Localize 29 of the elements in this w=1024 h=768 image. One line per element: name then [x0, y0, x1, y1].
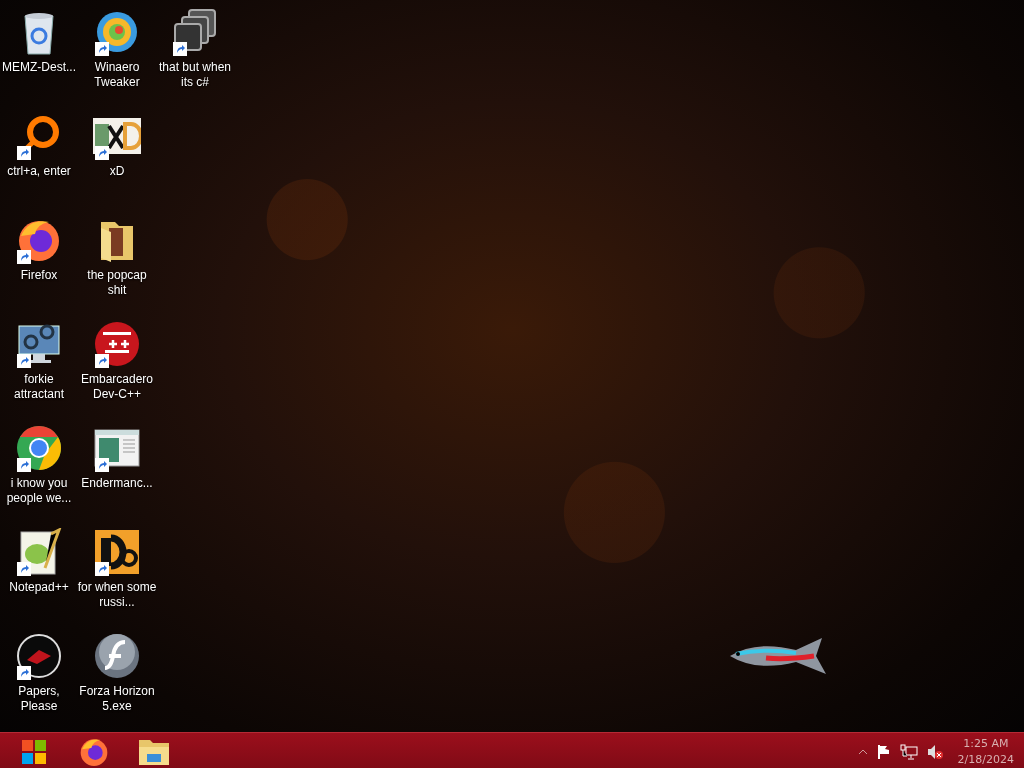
- desktop-icon[interactable]: MEMZ-Dest...: [0, 4, 78, 108]
- desktop-icon[interactable]: ctrl+a, enter: [0, 108, 78, 212]
- desktop-icon[interactable]: Firefox: [0, 212, 78, 316]
- speaker-muted-icon: [925, 744, 944, 760]
- desktop-icon[interactable]: Forza Horizon 5.exe: [78, 628, 156, 732]
- document-icon: [93, 528, 141, 576]
- flash-player-icon: [93, 632, 141, 680]
- desktop-icon[interactable]: Winaero Tweaker: [78, 4, 156, 108]
- desktop-icon[interactable]: Papers, Please: [0, 628, 78, 732]
- desktop-icon[interactable]: Endermanc...: [78, 420, 156, 524]
- desktop-icon[interactable]: xD: [78, 108, 156, 212]
- firefox-icon: [78, 736, 110, 768]
- caret-up-icon: [857, 749, 868, 755]
- desktop-icon[interactable]: i know you people we...: [0, 420, 78, 524]
- desktop-icon[interactable]: for when some russi...: [78, 524, 156, 628]
- desktop-icon[interactable]: the popcap shit: [78, 212, 156, 316]
- flag-icon: [875, 744, 892, 760]
- action-center-button[interactable]: [875, 744, 892, 760]
- desktop-icon[interactable]: Embarcadero Dev-C++: [78, 316, 156, 420]
- network-button[interactable]: [899, 744, 918, 760]
- volume-button[interactable]: [925, 744, 944, 760]
- desktop-icon[interactable]: forkie attractant: [0, 316, 78, 420]
- chrome-icon: [15, 424, 63, 472]
- network-icon: [899, 744, 918, 760]
- desktop-icon[interactable]: that but when its c#: [156, 4, 234, 108]
- dev-icon: [93, 320, 141, 368]
- desktop-icon[interactable]: Notepad++: [0, 524, 78, 628]
- show-hidden-icons-button[interactable]: [857, 749, 868, 755]
- clock[interactable]: 1:25 AM 2/18/2024: [951, 736, 1020, 768]
